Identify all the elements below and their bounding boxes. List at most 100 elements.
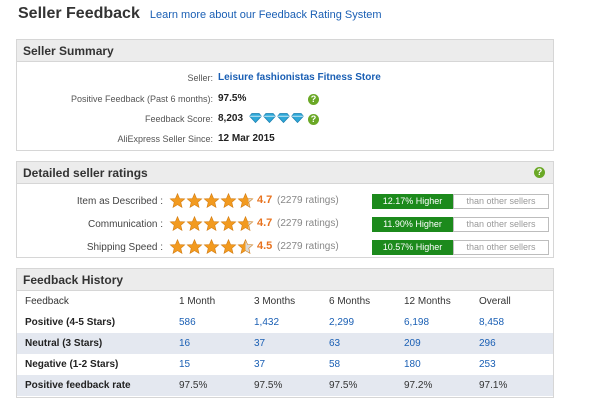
- seller-since-row: AliExpress Seller Since: 12 Mar 2015: [17, 130, 553, 150]
- feedback-history-panel: Feedback History Feedback 1 Month 3 Mont…: [16, 268, 554, 398]
- row-label: Positive feedback rate: [17, 375, 179, 396]
- star-icon: [237, 238, 254, 254]
- table-cell[interactable]: 1,432: [254, 312, 329, 333]
- table-cell[interactable]: 8,458: [479, 312, 553, 333]
- table-cell[interactable]: 37: [254, 333, 329, 354]
- rating-row: Item as Described : 4.7 (2279 ratings) 12.1…: [17, 191, 553, 213]
- star-icon: [220, 215, 237, 231]
- table-cell[interactable]: 16: [179, 333, 254, 354]
- detailed-ratings-panel: Detailed seller ratings ? Item as Descri…: [16, 161, 554, 258]
- rating-label: Shipping Speed :: [86, 242, 163, 253]
- rating-score: 4.5: [257, 240, 273, 252]
- star-icon: [237, 192, 254, 208]
- column-header: 12 Months: [404, 296, 451, 307]
- comparison-higher: 12.17% Higher: [372, 194, 453, 209]
- feedback-history-table: Feedback 1 Month 3 Months 6 Months 12 Mo…: [17, 291, 553, 396]
- rating-count: (2279 ratings): [277, 195, 339, 206]
- table-cell: 97.1%: [479, 375, 553, 396]
- column-header: Overall: [479, 296, 511, 307]
- comparison-higher: 10.57% Higher: [372, 240, 453, 255]
- rating-row: Shipping Speed : 4.5 (2279 ratings) 10.57% …: [17, 237, 553, 259]
- rating-score: 4.7: [257, 194, 273, 206]
- seller-since-label: AliExpress Seller Since:: [117, 134, 213, 144]
- seller-row: Seller: Leisure fashionistas Fitness Sto…: [17, 69, 553, 89]
- column-header: 1 Month: [179, 296, 216, 307]
- help-icon[interactable]: ?: [308, 114, 319, 125]
- diamond-badges: [248, 113, 304, 124]
- star-icon: [220, 192, 237, 208]
- feedback-score-row: Feedback Score: 8,203 ?: [17, 110, 553, 130]
- rating-score: 4.7: [257, 217, 273, 229]
- table-cell: 97.2%: [404, 375, 479, 396]
- feedback-score-value: 8,203: [218, 113, 244, 124]
- comparison-other-sellers: than other sellers: [453, 194, 549, 209]
- column-header: 3 Months: [254, 296, 296, 307]
- table-cell[interactable]: 586: [179, 312, 254, 333]
- table-cell: 97.5%: [254, 375, 329, 396]
- rating-label: Item as Described :: [76, 196, 163, 207]
- star-icon: [220, 238, 237, 254]
- table-row: Neutral (3 Stars) 16 37 63 209 296: [17, 333, 553, 354]
- seller-name-link[interactable]: Leisure fashionistas Fitness Store: [218, 72, 381, 83]
- table-cell[interactable]: 58: [329, 354, 404, 375]
- table-cell[interactable]: 180: [404, 354, 479, 375]
- column-header: 6 Months: [329, 296, 371, 307]
- page-header: Seller Feedback Learn more about our Fee…: [18, 5, 382, 27]
- star-rating: [169, 238, 254, 255]
- seller-summary-heading: Seller Summary: [17, 40, 553, 62]
- detailed-ratings-title: Detailed seller ratings: [23, 166, 148, 180]
- star-icon: [237, 215, 254, 231]
- table-cell[interactable]: 37: [254, 354, 329, 375]
- star-icon: [186, 238, 203, 254]
- table-row: Positive feedback rate 97.5% 97.5% 97.5% 97.…: [17, 375, 553, 396]
- detailed-ratings-heading: Detailed seller ratings ?: [17, 162, 553, 184]
- help-icon[interactable]: ?: [534, 167, 545, 178]
- diamond-icon: [290, 113, 304, 124]
- feedback-score-label: Feedback Score:: [144, 114, 213, 124]
- seller-since-value: 12 Mar 2015: [218, 133, 275, 144]
- feedback-history-heading: Feedback History: [17, 269, 553, 291]
- star-icon: [186, 192, 203, 208]
- feedback-score: 8,203: [218, 113, 304, 124]
- star-icon: [186, 215, 203, 231]
- positive-feedback-label: Positive Feedback (Past 6 months):: [70, 94, 213, 104]
- star-icon: [203, 215, 220, 231]
- positive-feedback-value: 97.5%: [218, 93, 247, 104]
- star-icon: [203, 192, 220, 208]
- row-label: Neutral (3 Stars): [17, 333, 179, 354]
- table-row: Positive (4-5 Stars) 586 1,432 2,299 6,198 8,…: [17, 312, 553, 333]
- comparison-other-sellers: than other sellers: [453, 240, 549, 255]
- rating-count: (2279 ratings): [277, 241, 339, 252]
- row-label: Positive (4-5 Stars): [25, 317, 116, 328]
- table-cell: 97.5%: [179, 375, 254, 396]
- rating-label: Communication :: [87, 219, 163, 230]
- diamond-icon: [262, 113, 276, 124]
- star-rating: [169, 192, 254, 209]
- star-icon: [169, 238, 186, 254]
- seller-label: Seller:: [187, 73, 213, 83]
- table-header-row: Feedback 1 Month 3 Months 6 Months 12 Mo…: [17, 291, 553, 312]
- table-cell[interactable]: 296: [479, 333, 553, 354]
- star-icon: [203, 238, 220, 254]
- help-icon[interactable]: ?: [308, 94, 319, 105]
- table-cell[interactable]: 209: [404, 333, 479, 354]
- row-label: Negative (1-2 Stars): [25, 359, 119, 370]
- comparison-higher: 11.90% Higher: [372, 217, 453, 232]
- table-cell[interactable]: 15: [179, 354, 254, 375]
- rating-count: (2279 ratings): [277, 218, 339, 229]
- star-icon: [169, 192, 186, 208]
- diamond-icon: [248, 113, 262, 124]
- star-icon: [169, 215, 186, 231]
- table-cell[interactable]: 2,299: [329, 312, 404, 333]
- diamond-icon: [276, 113, 290, 124]
- rating-row: Communication : 4.7 (2279 ratings) 11.90% H…: [17, 214, 553, 236]
- table-cell[interactable]: 6,198: [404, 312, 479, 333]
- comparison-other-sellers: than other sellers: [453, 217, 549, 232]
- table-row: Negative (1-2 Stars) 15 37 58 180 253: [17, 354, 553, 375]
- table-cell[interactable]: 253: [479, 354, 553, 375]
- column-header: Feedback: [25, 296, 69, 307]
- positive-feedback-row: Positive Feedback (Past 6 months): 97.5%…: [17, 90, 553, 110]
- table-cell[interactable]: 63: [329, 333, 404, 354]
- feedback-rating-system-link[interactable]: Learn more about our Feedback Rating Sys…: [150, 9, 382, 21]
- page-title: Seller Feedback: [18, 5, 140, 22]
